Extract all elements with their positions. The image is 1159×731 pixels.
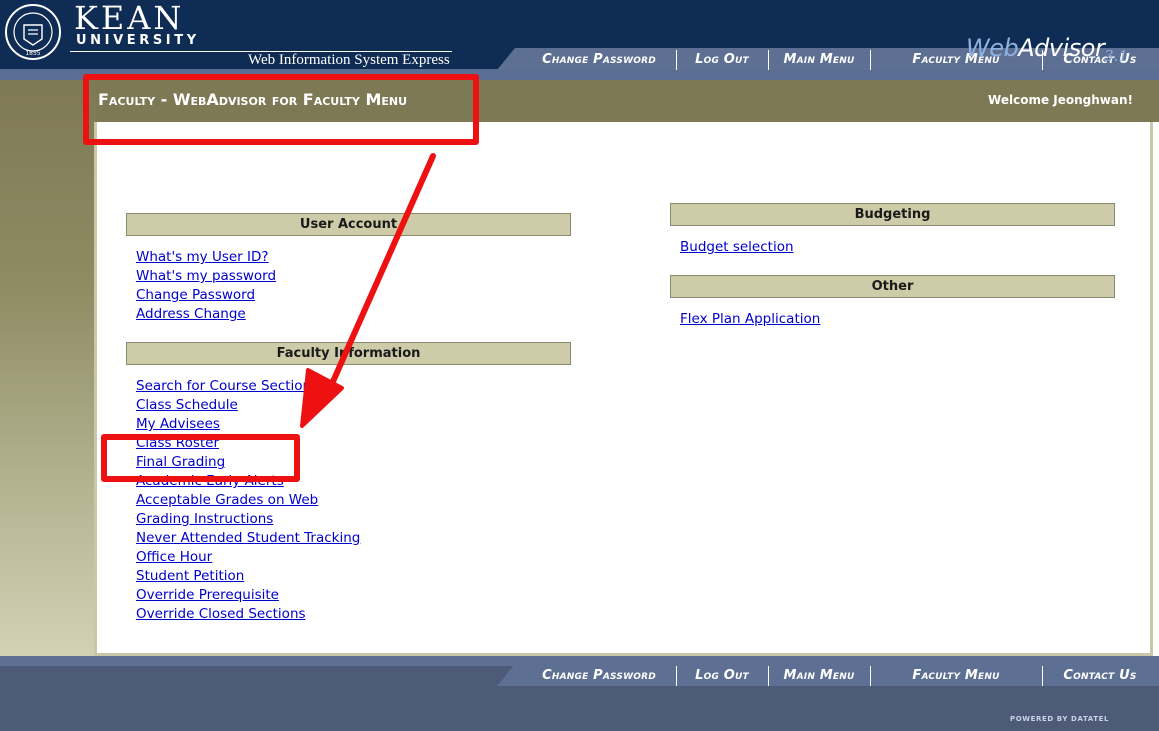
footer-nav-main-menu[interactable]: Main Menu (770, 664, 868, 686)
nav-separator (676, 50, 677, 70)
list-item: Override Closed Sections (136, 603, 360, 622)
bottom-navbar: Change Password Log Out Main Menu Facult… (497, 664, 1159, 686)
webadvisor-version: 3.1 (1104, 47, 1128, 65)
list-item: My Advisees (136, 413, 360, 432)
link-acceptable-grades-on-web[interactable]: Acceptable Grades on Web (136, 492, 318, 508)
footer-nav-main-menu-label[interactable]: Main Menu (783, 668, 854, 683)
other-links: Flex Plan Application (680, 308, 820, 327)
list-item: Acceptable Grades on Web (136, 489, 360, 508)
annotation-highlight-title (83, 74, 479, 145)
footer-nav-faculty-menu-label[interactable]: Faculty Menu (912, 668, 999, 683)
section-header-other: Other (670, 275, 1115, 298)
nav-separator (870, 666, 871, 686)
powered-by-label: POWERED BY DATATEL (1010, 715, 1110, 723)
nav-main-menu[interactable]: Main Menu (770, 48, 868, 70)
link-never-attended-tracking[interactable]: Never Attended Student Tracking (136, 530, 360, 546)
list-item: Search for Course Sections (136, 375, 360, 394)
list-item: Class Schedule (136, 394, 360, 413)
footer-nav-contact-us[interactable]: Contact Us (1044, 664, 1156, 686)
list-item: Override Prerequisite (136, 584, 360, 603)
link-override-closed-sections[interactable]: Override Closed Sections (136, 606, 306, 622)
list-item: Grading Instructions (136, 508, 360, 527)
nav-separator (870, 50, 871, 70)
annotation-highlight-final-grading (101, 434, 300, 482)
nav-log-out[interactable]: Log Out (678, 48, 766, 70)
link-grading-instructions[interactable]: Grading Instructions (136, 511, 273, 527)
link-class-schedule[interactable]: Class Schedule (136, 397, 238, 413)
webadvisor-logo: WebAdvisor (966, 34, 1105, 62)
nav-change-password[interactable]: Change Password (527, 48, 671, 70)
nav-change-password-label[interactable]: Change Password (542, 52, 656, 67)
list-item: Address Change (136, 303, 276, 322)
footer-nav-log-out[interactable]: Log Out (678, 664, 766, 686)
faculty-information-links: Search for Course Sections Class Schedul… (136, 375, 360, 622)
link-search-course-sections[interactable]: Search for Course Sections (136, 378, 318, 394)
link-budget-selection[interactable]: Budget selection (680, 239, 794, 255)
footer-nav-contact-us-label[interactable]: Contact Us (1063, 668, 1136, 683)
link-office-hour[interactable]: Office Hour (136, 549, 212, 565)
footer-nav-log-out-label[interactable]: Log Out (695, 668, 749, 683)
list-item: Flex Plan Application (680, 308, 820, 327)
link-whats-my-password[interactable]: What's my password (136, 268, 276, 284)
section-header-budgeting: Budgeting (670, 203, 1115, 226)
user-account-links: What's my User ID? What's my password Ch… (136, 246, 276, 322)
webadvisor-logo-web: Web (966, 34, 1019, 62)
link-my-advisees[interactable]: My Advisees (136, 416, 220, 432)
link-address-change[interactable]: Address Change (136, 306, 246, 322)
footer-nav-change-password-label[interactable]: Change Password (542, 668, 656, 683)
list-item: What's my password (136, 265, 276, 284)
budgeting-links: Budget selection (680, 236, 794, 255)
list-item: Budget selection (680, 236, 794, 255)
site-tagline: Web Information System Express (248, 52, 450, 68)
welcome-message: Welcome Jeonghwan! (988, 93, 1133, 107)
list-item: Change Password (136, 284, 276, 303)
section-header-user-account: User Account (126, 213, 571, 236)
link-override-prerequisite[interactable]: Override Prerequisite (136, 587, 279, 603)
nav-separator (676, 666, 677, 686)
section-header-faculty-information: Faculty Information (126, 342, 571, 365)
nav-log-out-label[interactable]: Log Out (695, 52, 749, 67)
footer-nav-change-password[interactable]: Change Password (527, 664, 671, 686)
link-whats-my-user-id[interactable]: What's my User ID? (136, 249, 269, 265)
link-flex-plan-application[interactable]: Flex Plan Application (680, 311, 820, 327)
list-item: What's my User ID? (136, 246, 276, 265)
webadvisor-logo-advisor: Advisor (1018, 34, 1105, 62)
nav-separator (768, 666, 769, 686)
list-item: Student Petition (136, 565, 360, 584)
brand-subtitle: UNIVERSITY (76, 33, 200, 48)
link-student-petition[interactable]: Student Petition (136, 568, 244, 584)
university-seal-icon: 1855 (5, 4, 61, 60)
nav-separator (768, 50, 769, 70)
nav-main-menu-label[interactable]: Main Menu (783, 52, 854, 67)
nav-separator (1042, 666, 1043, 686)
svg-text:1855: 1855 (25, 50, 40, 57)
left-sidebar-decoration (0, 80, 96, 656)
list-item: Office Hour (136, 546, 360, 565)
link-change-password[interactable]: Change Password (136, 287, 255, 303)
brand-name: KEAN (74, 0, 185, 37)
list-item: Never Attended Student Tracking (136, 527, 360, 546)
footer-nav-faculty-menu[interactable]: Faculty Menu (872, 664, 1040, 686)
